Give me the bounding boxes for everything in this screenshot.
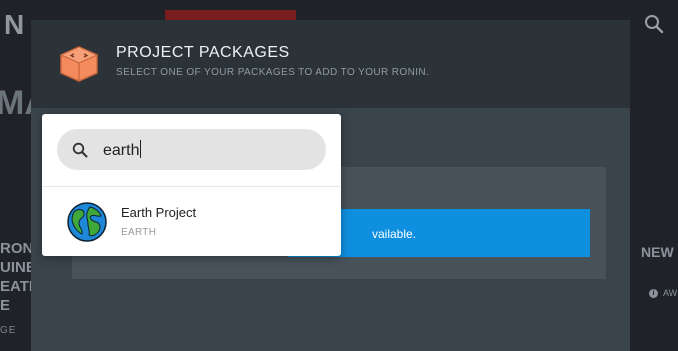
search-icon[interactable]: [642, 12, 666, 36]
package-box-icon: [59, 46, 99, 82]
background-red-bar: [165, 10, 296, 20]
list-item[interactable]: Earth Project EARTH: [42, 187, 341, 256]
modal-title: PROJECT PACKAGES: [116, 44, 290, 61]
result-subtitle: EARTH: [121, 227, 157, 238]
background-badge: i AW: [649, 288, 677, 298]
background-new-heading: NEW: [641, 244, 674, 260]
package-search-dropdown: earth Earth Project EARTH: [42, 114, 341, 256]
globe-icon: [67, 202, 107, 242]
background-small-text: GE: [0, 325, 17, 336]
search-input-value-wrap: earth: [103, 140, 142, 160]
search-input-value: earth: [103, 142, 140, 159]
search-icon: [72, 142, 88, 158]
background-badge-label: AW: [663, 288, 678, 298]
search-input[interactable]: earth: [57, 129, 326, 170]
result-title: Earth Project: [121, 205, 197, 220]
text-caret: [140, 140, 142, 158]
modal-header: PROJECT PACKAGES SELECT ONE OF YOUR PACK…: [31, 20, 630, 108]
info-icon: i: [649, 288, 658, 298]
modal-subtitle: SELECT ONE OF YOUR PACKAGES TO ADD TO YO…: [116, 67, 430, 78]
info-banner-text: vailable.: [372, 227, 417, 241]
